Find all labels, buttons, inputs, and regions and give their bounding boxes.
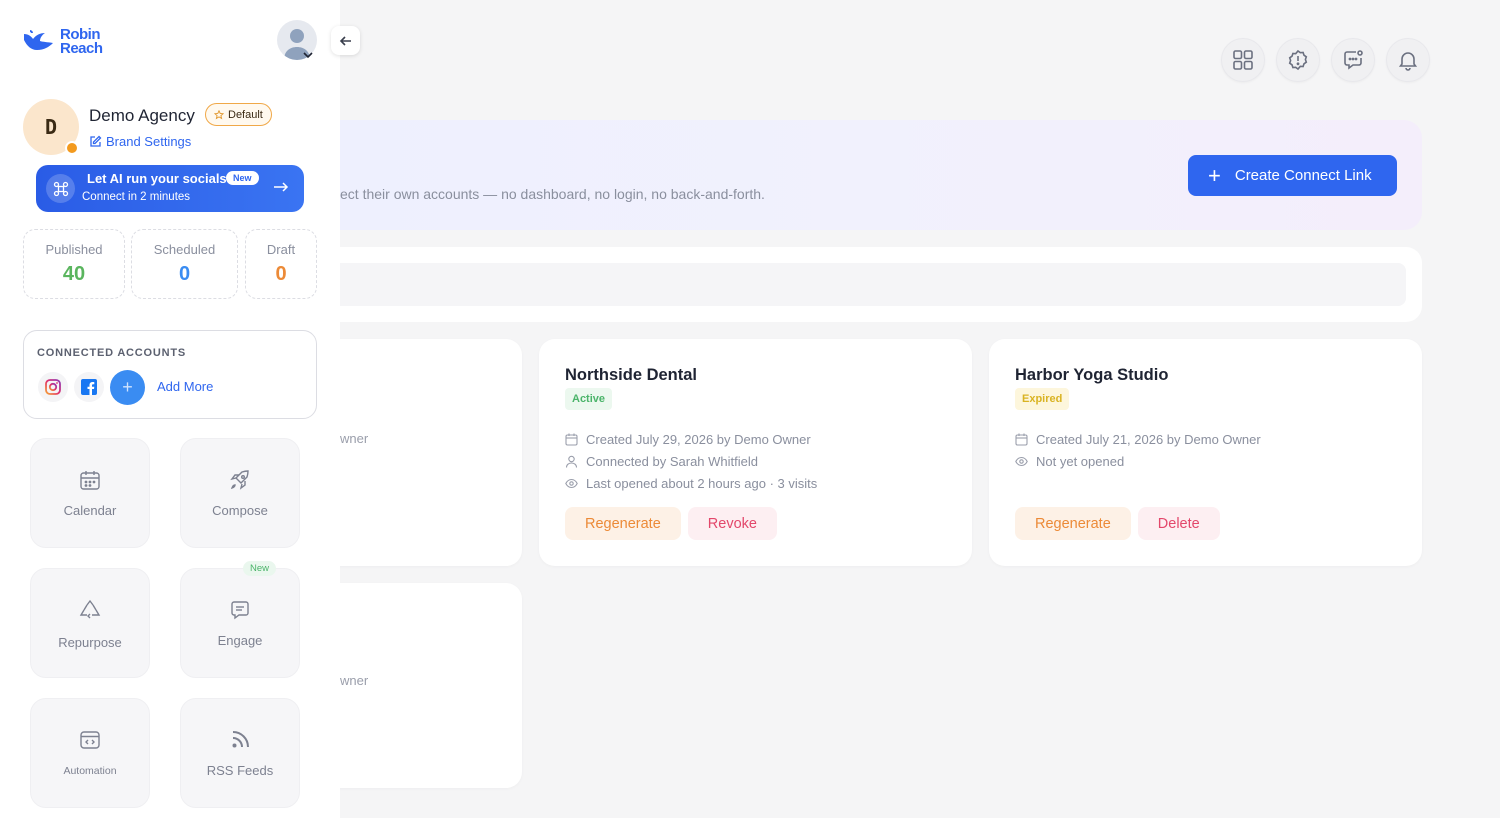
rocket-icon bbox=[230, 470, 249, 490]
arrow-left-icon bbox=[339, 35, 351, 46]
tile-label: Automation bbox=[63, 765, 117, 777]
tile-rss-feeds[interactable]: RSS Feeds bbox=[180, 698, 300, 808]
opened-text: Not yet opened bbox=[1036, 453, 1125, 469]
card-partial-text: wner bbox=[340, 673, 369, 688]
add-more-link[interactable]: Add More bbox=[157, 379, 213, 394]
ai-promo-title: Let AI run your socials bbox=[87, 171, 227, 186]
ai-promo-subtitle: Connect in 2 minutes bbox=[82, 191, 191, 203]
tile-automation[interactable]: Automation bbox=[30, 698, 150, 808]
sidebar: Robin Reach D Demo Agency Default Brand … bbox=[0, 0, 340, 818]
chat-icon bbox=[231, 601, 249, 620]
logo-text: Robin Reach bbox=[60, 27, 103, 57]
eye-icon bbox=[565, 478, 578, 488]
chevron-down-icon[interactable] bbox=[303, 50, 313, 62]
collapse-sidebar-button[interactable] bbox=[331, 26, 360, 55]
stat-draft[interactable]: Draft 0 bbox=[245, 229, 317, 299]
logo-line2: Reach bbox=[60, 40, 103, 57]
tile-label: RSS Feeds bbox=[206, 763, 274, 778]
stat-value: 0 bbox=[178, 263, 191, 285]
delete-button[interactable]: Delete bbox=[1137, 507, 1220, 540]
bird-logo-icon bbox=[24, 30, 53, 50]
eye-icon bbox=[1015, 456, 1028, 466]
ai-promo-banner[interactable]: Let AI run your socials New Connect in 2… bbox=[36, 165, 304, 212]
stat-label: Draft bbox=[266, 242, 296, 257]
calendar-icon bbox=[565, 433, 578, 446]
tile-engage[interactable]: New Engage bbox=[180, 561, 300, 678]
banner-subtitle: ect their own accounts — no dashboard, n… bbox=[340, 186, 765, 202]
search-input[interactable] bbox=[320, 263, 1406, 306]
last-opened-text: Last opened about 2 hours ago · 3 visits bbox=[586, 475, 818, 491]
rss-icon bbox=[232, 731, 249, 748]
card-title: Northside Dental bbox=[565, 366, 698, 384]
tile-new-badge: New bbox=[243, 561, 277, 576]
brand-settings-link[interactable]: Brand Settings bbox=[89, 134, 191, 149]
card-partial-text: wner bbox=[340, 431, 369, 446]
create-connect-link-label: Create Connect Link bbox=[1234, 167, 1372, 184]
calendar-icon bbox=[1015, 433, 1028, 446]
card-actions: Regenerate Revoke bbox=[565, 507, 777, 540]
add-account-button[interactable]: + bbox=[110, 370, 145, 405]
bell-icon[interactable] bbox=[1386, 38, 1430, 82]
status-badge: Active bbox=[565, 388, 613, 410]
tile-label: Compose bbox=[212, 503, 268, 518]
tile-label: Repurpose bbox=[58, 635, 122, 650]
code-window-icon bbox=[80, 731, 100, 749]
default-badge: Default bbox=[205, 103, 272, 126]
default-badge-label: Default bbox=[228, 108, 263, 121]
search-panel bbox=[300, 247, 1422, 322]
instagram-icon[interactable] bbox=[38, 372, 68, 402]
stat-scheduled[interactable]: Scheduled 0 bbox=[131, 229, 238, 299]
edit-icon bbox=[90, 135, 102, 147]
user-icon bbox=[565, 455, 578, 468]
stat-label: Published bbox=[45, 242, 103, 257]
brand-settings-label: Brand Settings bbox=[106, 134, 192, 149]
stat-label: Scheduled bbox=[153, 242, 216, 257]
connected-by-text: Connected by Sarah Whitfield bbox=[586, 453, 758, 469]
tile-calendar[interactable]: Calendar bbox=[30, 438, 150, 548]
robinreach-logo[interactable]: Robin Reach bbox=[22, 27, 103, 57]
stat-value: 40 bbox=[62, 263, 86, 285]
facebook-icon[interactable] bbox=[74, 372, 104, 402]
recycle-icon bbox=[79, 599, 101, 619]
card-actions: Regenerate Delete bbox=[1015, 507, 1220, 540]
status-badge: Expired bbox=[1015, 388, 1070, 410]
tile-label: Calendar bbox=[63, 503, 117, 518]
connected-accounts: CONNECTED ACCOUNTS + Add More bbox=[23, 330, 317, 419]
alert-badge-icon[interactable] bbox=[1276, 38, 1320, 82]
card-meta: Created July 29, 2026 by Demo Owner Conn… bbox=[565, 428, 817, 494]
created-text: Created July 21, 2026 by Demo Owner bbox=[1036, 431, 1261, 447]
created-text: Created July 29, 2026 by Demo Owner bbox=[586, 431, 811, 447]
connect-link-card: Harbor Yoga Studio Expired Created July … bbox=[989, 339, 1422, 566]
regenerate-button[interactable]: Regenerate bbox=[565, 507, 681, 540]
star-icon bbox=[214, 109, 224, 119]
stat-published[interactable]: Published 40 bbox=[23, 229, 125, 299]
tile-compose[interactable]: Compose bbox=[180, 438, 300, 548]
calendar-icon bbox=[80, 471, 100, 490]
card-meta: Created July 21, 2026 by Demo Owner Not … bbox=[1015, 428, 1261, 472]
revoke-button[interactable]: Revoke bbox=[687, 507, 777, 540]
apps-grid-icon[interactable] bbox=[1221, 38, 1265, 82]
support-chat-icon[interactable] bbox=[1331, 38, 1375, 82]
tile-repurpose[interactable]: Repurpose bbox=[30, 568, 150, 678]
topbar-icons bbox=[1221, 38, 1430, 82]
card-title: Harbor Yoga Studio bbox=[1015, 366, 1169, 384]
ai-command-icon bbox=[46, 174, 75, 203]
connect-link-banner: ect their own accounts — no dashboard, n… bbox=[300, 120, 1422, 230]
tile-label: Engage bbox=[217, 633, 263, 648]
stat-value: 0 bbox=[275, 263, 287, 285]
ai-promo-new-badge: New bbox=[226, 171, 259, 185]
arrow-right-icon bbox=[272, 176, 290, 199]
crown-icon bbox=[65, 141, 79, 155]
connect-link-card: Northside Dental Active Created July 29,… bbox=[539, 339, 972, 566]
connected-accounts-title: CONNECTED ACCOUNTS bbox=[37, 347, 187, 359]
regenerate-button[interactable]: Regenerate bbox=[1015, 507, 1131, 540]
brand-name: Demo Agency bbox=[89, 106, 195, 125]
create-connect-link-button[interactable]: + Create Connect Link bbox=[1188, 155, 1397, 196]
plus-icon: + bbox=[1208, 162, 1221, 188]
